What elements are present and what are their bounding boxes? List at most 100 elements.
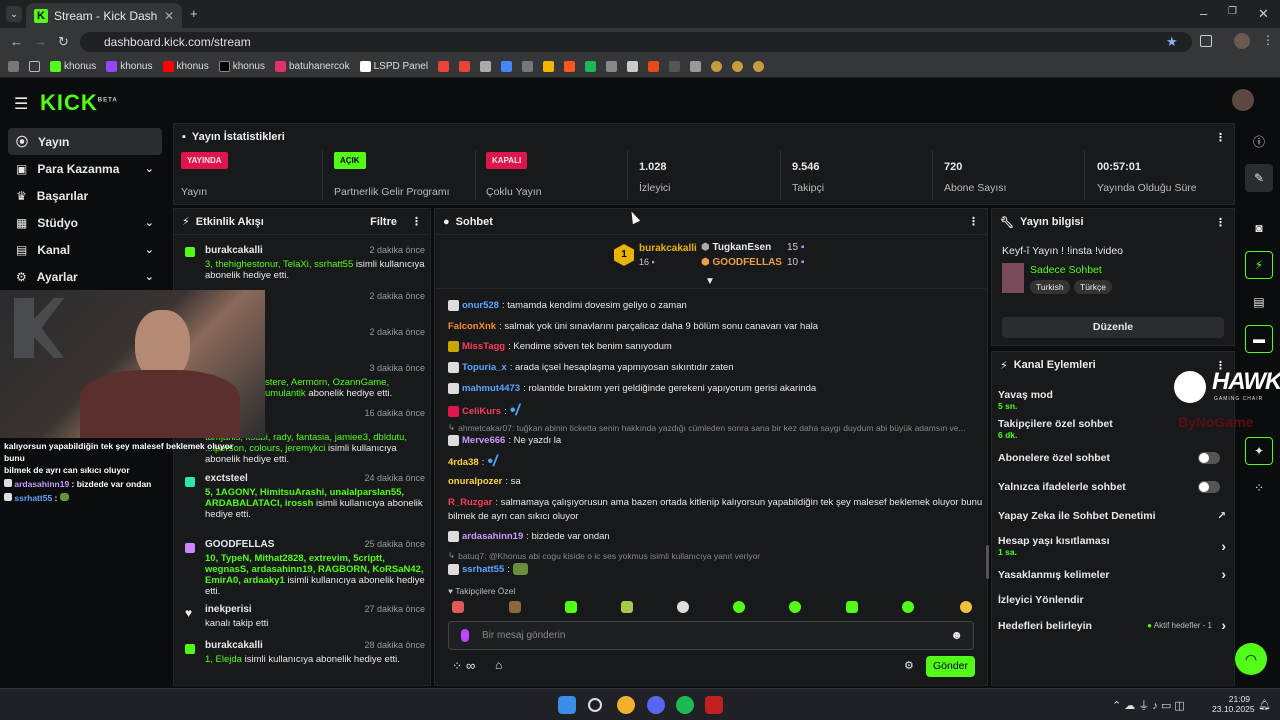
- back-icon[interactable]: ←: [10, 34, 23, 49]
- chat-icon[interactable]: ▬: [1245, 325, 1273, 353]
- bookmark-star-icon[interactable]: ★: [1166, 34, 1178, 50]
- bookmark-icon[interactable]: [711, 61, 723, 72]
- kick-logo[interactable]: KICKBETA: [40, 90, 118, 116]
- bookmark-1[interactable]: khonus: [50, 61, 96, 72]
- apps-icon[interactable]: [8, 61, 19, 72]
- document-icon[interactable]: ▤: [1245, 288, 1273, 316]
- maximize-icon[interactable]: ❐: [1228, 6, 1237, 17]
- wrench-icon[interactable]: ✦: [1245, 437, 1273, 465]
- apps-icon[interactable]: ⁘: [1245, 474, 1273, 502]
- emote-icon[interactable]: [846, 601, 858, 613]
- sidebar-item-yayin[interactable]: ⦿ Yayın: [8, 128, 162, 155]
- hamburger-menu-icon[interactable]: ☰: [14, 94, 28, 114]
- bolt-icon[interactable]: ⚡: [1245, 251, 1273, 279]
- filter-button[interactable]: Filtre: [370, 216, 397, 228]
- new-tab-icon[interactable]: +: [190, 6, 198, 21]
- chat-input[interactable]: Bir mesaj gönderin ☻: [448, 621, 974, 650]
- chat-username[interactable]: mahmut4473: [462, 383, 520, 394]
- chat-username[interactable]: onur528: [462, 300, 499, 311]
- emote-icon[interactable]: [902, 601, 914, 613]
- action-emote-only[interactable]: Yalnızca ifadelerle sohbet: [998, 481, 1228, 495]
- bookmark-icon[interactable]: [648, 61, 660, 72]
- minimize-icon[interactable]: –: [1200, 6, 1207, 21]
- points-icon[interactable]: ⁘: [452, 659, 462, 673]
- sidebar-item-ayarlar[interactable]: ⚙ Ayarlar ⌄: [8, 263, 162, 290]
- chrome-icon[interactable]: [617, 696, 635, 714]
- chat-username[interactable]: ardasahinn19: [462, 531, 523, 542]
- notifications-icon[interactable]: 🔔︎: [1258, 700, 1271, 711]
- bookmark-icon[interactable]: [669, 61, 681, 72]
- browser-menu-icon[interactable]: ⋮: [1262, 33, 1274, 47]
- emote-icon[interactable]: [621, 601, 633, 613]
- emote-icon[interactable]: [509, 601, 521, 613]
- chat-username[interactable]: MissTagg: [462, 341, 505, 352]
- search-icon[interactable]: [588, 698, 602, 712]
- chat-username[interactable]: R_Ruzgar: [448, 497, 492, 508]
- collapse-icon[interactable]: ▼: [705, 276, 715, 287]
- emote-icon[interactable]: [789, 601, 801, 613]
- close-window-icon[interactable]: ✕: [1258, 6, 1269, 22]
- toggle-switch[interactable]: [1198, 452, 1220, 464]
- chat-username[interactable]: ssrhatt55: [462, 564, 504, 575]
- emote-icon[interactable]: [565, 601, 577, 613]
- sidebar-item-para-kazanma[interactable]: ▣ Para Kazanma ⌄: [8, 155, 162, 182]
- forward-icon[interactable]: →: [34, 34, 47, 49]
- category-name[interactable]: Sadece Sohbet: [1030, 264, 1102, 276]
- edit-icon[interactable]: ✎: [1245, 164, 1273, 192]
- gmail-icon[interactable]: [459, 61, 471, 72]
- bookmark-6[interactable]: LSPD Panel: [359, 61, 428, 72]
- sidebar-item-basarilar[interactable]: ♛ Başarılar: [8, 182, 162, 209]
- sidebar-item-kanal[interactable]: ▤ Kanal ⌄: [8, 236, 162, 263]
- emote-icon[interactable]: [960, 601, 972, 613]
- bookmark-4[interactable]: khonus: [218, 61, 265, 72]
- bookmark-icon[interactable]: [480, 61, 492, 72]
- more-options-icon[interactable]: ⋮: [1215, 216, 1226, 229]
- more-options-icon[interactable]: ⋮: [1215, 131, 1226, 144]
- action-account-age[interactable]: Hesap yaşı kısıtlaması 1 sa. ›: [998, 535, 1228, 557]
- chat-username[interactable]: onuralpozer: [448, 476, 502, 487]
- bookmark-icon[interactable]: [543, 61, 555, 72]
- user-avatar[interactable]: [1232, 89, 1254, 111]
- chat-username[interactable]: Topuria_x: [462, 362, 507, 373]
- action-subscribers-only[interactable]: Abonelere özel sohbet: [998, 452, 1228, 466]
- bookmark-icon[interactable]: [606, 61, 618, 72]
- edit-button[interactable]: Düzenle: [1002, 317, 1224, 338]
- store-icon[interactable]: ⌂: [495, 658, 502, 672]
- bookmark-icon[interactable]: [732, 61, 744, 72]
- profile-avatar[interactable]: [1234, 33, 1250, 49]
- more-options-icon[interactable]: ⋮: [411, 215, 422, 228]
- info-icon[interactable]: ⓘ: [1245, 127, 1273, 155]
- tab-close-icon[interactable]: ✕: [164, 9, 174, 23]
- spotify-icon[interactable]: [676, 696, 694, 714]
- gmail-icon[interactable]: [438, 61, 450, 72]
- send-button[interactable]: Gönder: [926, 656, 975, 677]
- microphone-icon[interactable]: [461, 629, 469, 642]
- emote-icon[interactable]: [733, 601, 745, 613]
- chat-username[interactable]: CeliKurs: [462, 406, 501, 417]
- action-ai-moderation[interactable]: Yapay Zeka ile Sohbet Denetimi ↗: [998, 510, 1228, 524]
- clock[interactable]: 21:09 23.10.2025: [1212, 694, 1255, 714]
- extensions-icon[interactable]: [1200, 35, 1212, 47]
- bookmark-icon[interactable]: [690, 61, 702, 72]
- bookmark-icon[interactable]: [585, 61, 597, 72]
- chat-settings-icon[interactable]: ⚙: [904, 659, 914, 672]
- bookmark-icon[interactable]: [522, 61, 534, 72]
- bookmark-2[interactable]: khonus: [106, 61, 153, 72]
- more-options-icon[interactable]: ⋮: [968, 215, 979, 228]
- emote-icon[interactable]: [452, 601, 464, 613]
- action-goals[interactable]: Hedefleri belirleyin ● Aktif hedefler - 1…: [998, 617, 1228, 634]
- emoji-picker-icon[interactable]: ☻: [950, 628, 963, 642]
- chat-scrollbar[interactable]: [986, 545, 989, 579]
- bookmark-3[interactable]: khonus: [162, 61, 209, 72]
- bookmark-icon[interactable]: [627, 61, 639, 72]
- bookmark-icon[interactable]: [753, 61, 765, 72]
- folder-icon[interactable]: [29, 61, 40, 72]
- support-headset-icon[interactable]: ◠: [1235, 643, 1267, 675]
- bookmark-icon[interactable]: [564, 61, 576, 72]
- chat-username[interactable]: Merve666: [462, 435, 505, 446]
- action-banned-words[interactable]: Yasaklanmış kelimeler ›: [998, 566, 1228, 583]
- sidebar-item-studyo[interactable]: ▦ Stüdyo ⌄: [8, 209, 162, 236]
- reload-icon[interactable]: ↻: [58, 34, 69, 50]
- app-icon[interactable]: [705, 696, 723, 714]
- windows-start-icon[interactable]: [558, 696, 576, 714]
